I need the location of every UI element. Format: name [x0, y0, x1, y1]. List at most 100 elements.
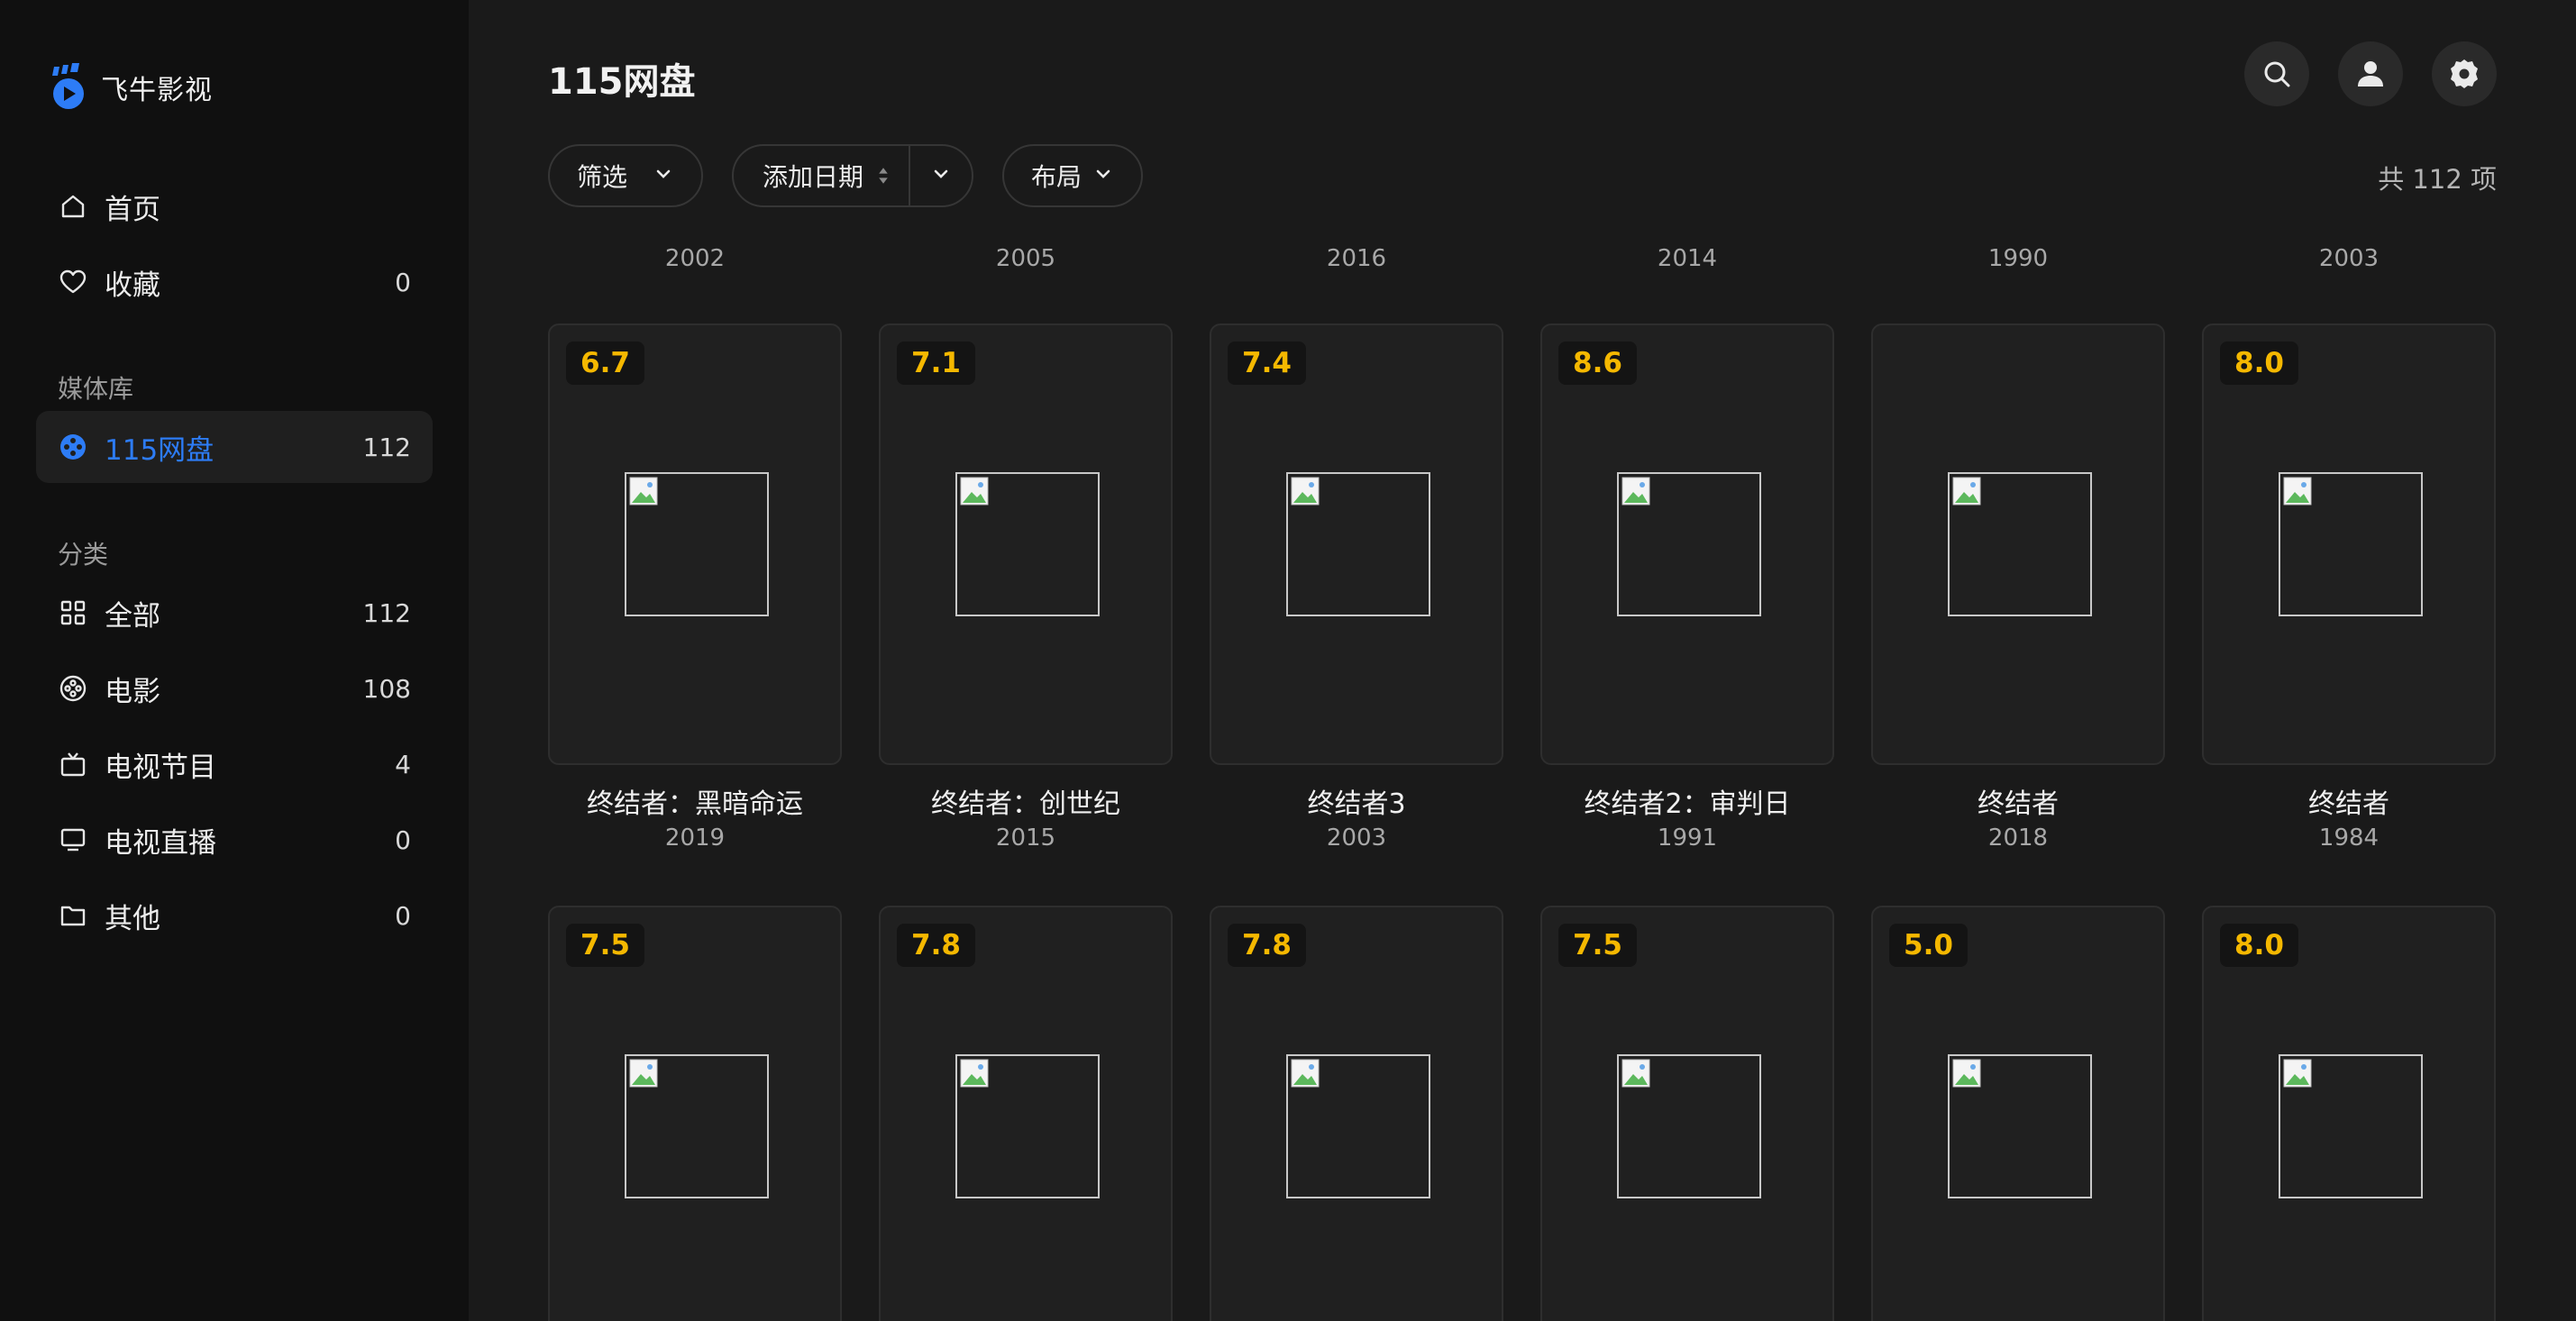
rating-badge: 6.7: [566, 342, 644, 385]
home-icon: [58, 191, 88, 222]
rating-badge: 8.6: [1558, 342, 1637, 385]
card-year: 2003: [2318, 245, 2380, 272]
movie-card[interactable]: 8.6: [1540, 323, 1834, 765]
poster-image: [2279, 1054, 2423, 1198]
layout-dropdown[interactable]: 布局: [1002, 144, 1143, 207]
rating-badge: 8.0: [2220, 924, 2298, 967]
card-year: 1991: [1657, 824, 1718, 852]
library-section-label: 媒体库: [58, 374, 134, 404]
user-button[interactable]: [2338, 41, 2403, 106]
movie-card[interactable]: 7.5: [1540, 906, 1834, 1321]
sidebar: 飞牛影视 首页 收藏 0 媒体库 115网盘 112 分类 全部 112 电影 …: [0, 0, 469, 1321]
sort-direction-dropdown[interactable]: [910, 146, 972, 205]
rating-badge: 5.0: [1889, 924, 1968, 967]
poster-image: [625, 472, 769, 616]
chevron-down-icon: [930, 161, 952, 191]
app-logo[interactable]: 飞牛影视: [49, 63, 213, 112]
sidebar-item-label: 全部: [105, 599, 160, 633]
sidebar-item-label: 电视直播: [105, 826, 216, 860]
sidebar-item-label: 收藏: [105, 269, 160, 302]
sidebar-item-label: 115网盘: [105, 433, 215, 467]
sort-field-button[interactable]: 添加日期: [734, 146, 910, 205]
gear-icon: [2451, 59, 2478, 88]
card-title[interactable]: 终结者2：审判日: [1540, 781, 1834, 821]
poster-image: [1286, 472, 1430, 616]
settings-button[interactable]: [2432, 41, 2497, 106]
card-title[interactable]: 终结者: [2202, 781, 2496, 821]
folder-icon: [58, 900, 88, 931]
card-year: 2003: [1326, 824, 1387, 852]
sidebar-item-count: 0: [395, 900, 411, 931]
rating-badge: 7.8: [1228, 924, 1306, 967]
app-window: 飞牛影视 首页 收藏 0 媒体库 115网盘 112 分类 全部 112 电影 …: [0, 0, 2576, 1321]
movie-card[interactable]: 5.0: [1871, 906, 2165, 1321]
layout-label: 布局: [1031, 162, 1082, 192]
rating-badge: 8.0: [2220, 342, 2298, 385]
movie-card[interactable]: 7.1: [879, 323, 1173, 765]
sidebar-item-other[interactable]: 其他 0: [36, 879, 433, 952]
sidebar-item-count: 112: [362, 432, 411, 462]
card-year: 2005: [995, 245, 1056, 272]
card-year: 2019: [664, 824, 726, 852]
sidebar-item-count: 0: [395, 824, 411, 855]
broken-image-icon: [629, 477, 658, 506]
poster-image: [1948, 472, 2092, 616]
card-year: 1990: [1987, 245, 2049, 272]
app-name: 飞牛影视: [101, 75, 213, 106]
card-year: 2016: [1326, 245, 1387, 272]
broken-image-icon: [2283, 477, 2312, 506]
user-icon: [2358, 61, 2383, 87]
card-title[interactable]: 终结者：创世纪: [879, 781, 1173, 821]
sidebar-item-movies[interactable]: 电影 108: [36, 652, 433, 724]
broken-image-icon: [1621, 477, 1650, 506]
sidebar-item-home[interactable]: 首页: [36, 170, 433, 242]
broken-image-icon: [960, 1059, 989, 1088]
grid-icon: [58, 597, 88, 628]
sidebar-item-label: 电影: [105, 675, 160, 708]
broken-image-icon: [1291, 1059, 1320, 1088]
movie-card[interactable]: 7.4: [1210, 323, 1503, 765]
broken-image-icon: [1621, 1059, 1650, 1088]
sidebar-item-live-tv[interactable]: 电视直播 0: [36, 804, 433, 876]
category-section-label: 分类: [58, 540, 109, 569]
poster-image: [1617, 472, 1761, 616]
broken-image-icon: [2283, 1059, 2312, 1088]
movie-card[interactable]: 8.0: [2202, 906, 2496, 1321]
movie-card[interactable]: 8.0: [2202, 323, 2496, 765]
film-reel-icon: [58, 432, 88, 462]
sidebar-item-tv-shows[interactable]: 电视节目 4: [36, 728, 433, 800]
rating-badge: 7.5: [566, 924, 644, 967]
card-year: 2018: [1987, 824, 2049, 852]
sidebar-item-all[interactable]: 全部 112: [36, 577, 433, 649]
movie-card[interactable]: 7.8: [879, 906, 1173, 1321]
broken-image-icon: [1291, 477, 1320, 506]
sidebar-item-label: 首页: [105, 193, 160, 226]
chevron-down-icon: [1092, 161, 1114, 191]
sidebar-item-label: 电视节目: [105, 751, 216, 784]
total-count: 共 112 项: [2378, 164, 2497, 195]
rating-badge: 7.8: [897, 924, 975, 967]
sort-control: 添加日期: [732, 144, 973, 207]
filter-label: 筛选: [577, 162, 628, 192]
filter-dropdown[interactable]: 筛选: [548, 144, 703, 207]
card-title[interactable]: 终结者3: [1210, 781, 1503, 821]
movie-card[interactable]: 7.8: [1210, 906, 1503, 1321]
sidebar-item-favorites[interactable]: 收藏 0: [36, 246, 433, 318]
sort-arrows-icon: [879, 168, 888, 184]
sidebar-item-count: 4: [395, 749, 411, 779]
sort-label: 添加日期: [763, 162, 864, 192]
movie-card[interactable]: [1871, 323, 2165, 765]
heart-icon: [58, 267, 88, 297]
sidebar-item-115-drive[interactable]: 115网盘 112: [36, 411, 433, 483]
card-title[interactable]: 终结者：黑暗命运: [548, 781, 842, 821]
sidebar-item-count: 0: [395, 267, 411, 297]
movie-card[interactable]: 7.5: [548, 906, 842, 1321]
poster-image: [625, 1054, 769, 1198]
card-year: 2002: [664, 245, 726, 272]
search-button[interactable]: [2244, 41, 2309, 106]
movie-card[interactable]: 6.7: [548, 323, 842, 765]
card-title[interactable]: 终结者: [1871, 781, 2165, 821]
sidebar-item-count: 112: [362, 597, 411, 628]
broken-image-icon: [1952, 1059, 1981, 1088]
poster-image: [1286, 1054, 1430, 1198]
